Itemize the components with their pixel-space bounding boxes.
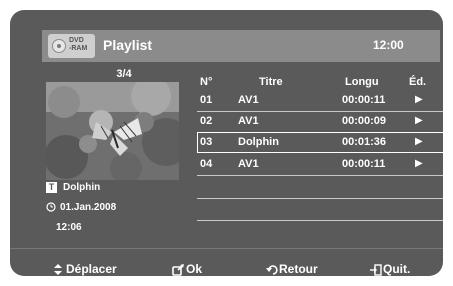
column-header-length: Longu bbox=[345, 76, 379, 88]
ok-hint-label: Ok bbox=[186, 262, 203, 276]
back-hint: Retour bbox=[266, 262, 318, 276]
row-number: 04 bbox=[200, 158, 213, 170]
preview-thumbnail bbox=[46, 82, 179, 180]
title-icon: T bbox=[46, 182, 57, 193]
playlist-row-1[interactable]: 01 AV1 00:00:11 ▶ bbox=[197, 90, 443, 111]
title-bar: DVD -RAM Playlist 12:00 bbox=[42, 30, 440, 62]
playlist-row-4[interactable]: 04 AV1 00:00:11 ▶ bbox=[197, 154, 443, 175]
row-number: 03 bbox=[200, 136, 213, 148]
empty-row-divider bbox=[197, 198, 443, 199]
disc-type-line1: DVD bbox=[69, 37, 84, 44]
disc-type-label: DVD -RAM bbox=[69, 37, 87, 53]
osd-screen: DVD -RAM Playlist 12:00 3/4 T Dolphin 01… bbox=[10, 10, 443, 276]
row-title: AV1 bbox=[238, 115, 259, 127]
item-counter: 3/4 bbox=[116, 68, 132, 80]
page-title: Playlist bbox=[103, 37, 153, 53]
play-icon[interactable]: ▶ bbox=[415, 94, 423, 105]
return-arrow-icon bbox=[266, 265, 278, 276]
row-title: AV1 bbox=[238, 94, 259, 106]
disc-icon bbox=[52, 39, 66, 53]
row-number: 02 bbox=[200, 115, 213, 127]
playlist-row-2[interactable]: 02 AV1 00:00:09 ▶ bbox=[197, 111, 443, 132]
column-header-edit: Éd. bbox=[409, 76, 427, 88]
play-icon[interactable]: ▶ bbox=[415, 115, 423, 126]
play-icon[interactable]: ▶ bbox=[415, 136, 423, 147]
row-divider bbox=[197, 175, 443, 176]
quit-hint-label: Quit. bbox=[383, 262, 411, 276]
quit-hint: Quit. bbox=[370, 262, 410, 276]
exit-icon bbox=[370, 264, 382, 276]
row-length: 00:00:11 bbox=[342, 158, 386, 170]
move-hint-label: Déplacer bbox=[66, 262, 117, 276]
footer-divider bbox=[10, 248, 443, 249]
disc-type-badge: DVD -RAM bbox=[48, 34, 95, 58]
row-length: 00:00:11 bbox=[342, 94, 386, 106]
clock-icon bbox=[46, 202, 56, 212]
move-hint: Déplacer bbox=[54, 262, 117, 276]
row-number: 01 bbox=[200, 94, 213, 106]
column-header-number: N° bbox=[200, 76, 213, 88]
preview-date: 01.Jan.2008 bbox=[60, 202, 117, 213]
row-length: 00:01:36 bbox=[342, 136, 387, 148]
disc-type-line2: -RAM bbox=[69, 45, 88, 52]
column-header-title: Titre bbox=[259, 76, 283, 88]
row-length: 00:00:09 bbox=[342, 115, 387, 127]
row-title: AV1 bbox=[238, 158, 259, 170]
clock: 12:00 bbox=[373, 38, 404, 52]
play-icon[interactable]: ▶ bbox=[415, 158, 423, 169]
ok-hint: Ok bbox=[172, 262, 202, 276]
playlist-row-3-selected[interactable]: 03 Dolphin 00:01:36 ▶ bbox=[197, 132, 443, 153]
back-hint-label: Retour bbox=[279, 262, 318, 276]
up-down-arrows-icon bbox=[54, 264, 62, 276]
row-title: Dolphin bbox=[238, 136, 279, 148]
preview-title: Dolphin bbox=[63, 182, 101, 194]
preview-date-row: 01.Jan.2008 bbox=[46, 202, 116, 213]
empty-row-divider bbox=[197, 220, 443, 221]
preview-title-row: T Dolphin bbox=[46, 182, 100, 193]
preview-time: 12:06 bbox=[56, 222, 82, 233]
butterfly-thumbnail-image bbox=[46, 82, 179, 180]
enter-icon bbox=[172, 263, 184, 276]
